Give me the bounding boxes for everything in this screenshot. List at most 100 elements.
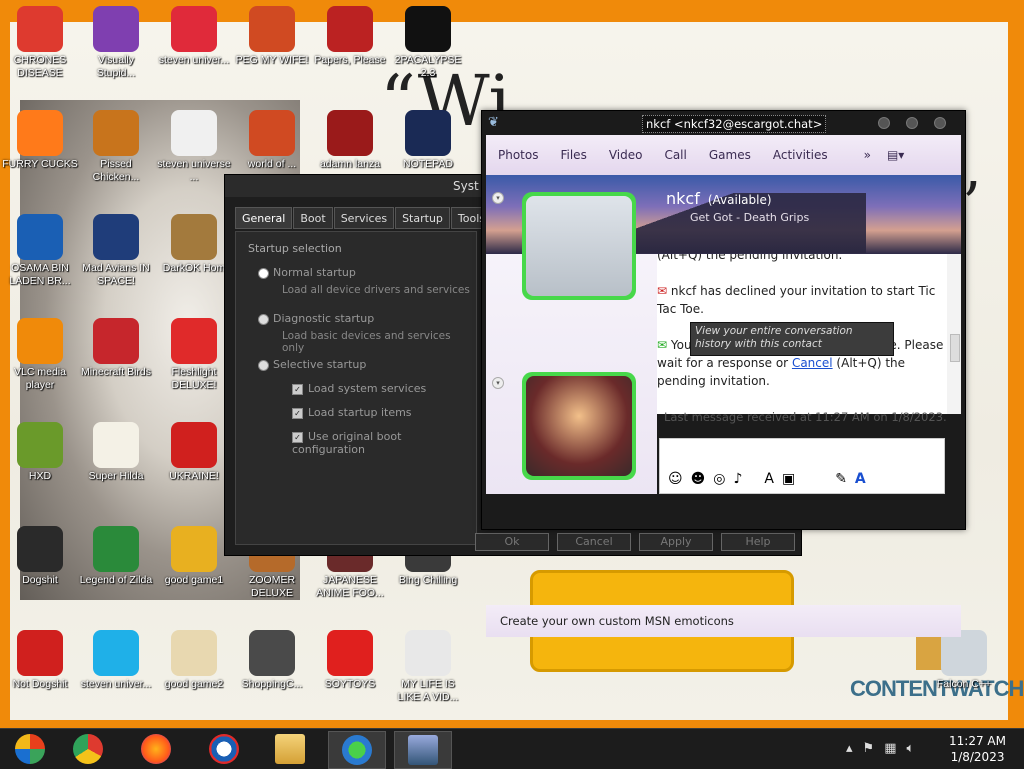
desktop-icon[interactable]: FURRY CUCKS (2, 110, 78, 171)
desktop-icon[interactable]: Fleshlight DELUXE! (156, 318, 232, 392)
desktop-icon[interactable]: Super Hilda (78, 422, 154, 483)
msn-titlebar[interactable]: ❦ nkcf <nkcf32@escargot.chat> (482, 111, 965, 135)
desktop-icon[interactable]: good game2 (156, 630, 232, 691)
taskbar-chrome[interactable] (60, 731, 116, 767)
ok-button[interactable]: Ok (475, 533, 549, 551)
desktop-icon[interactable]: Legend of Zilda (78, 526, 154, 587)
menu-call[interactable]: Call (664, 148, 686, 162)
menu-options-icon[interactable]: ▤▾ (887, 148, 904, 162)
desktop-icon[interactable]: Not Dogshit (2, 630, 78, 691)
action-center-flag-icon[interactable]: ⚑ (863, 741, 875, 756)
minimize-button[interactable] (878, 117, 890, 129)
text-format-icon[interactable]: A (855, 471, 866, 487)
envelope-icon: ✉ (657, 284, 668, 298)
use-original-boot-checkbox[interactable]: ✓ Use original boot configuration (292, 430, 476, 456)
apply-button[interactable]: Apply (639, 533, 713, 551)
help-button[interactable]: Help (721, 533, 795, 551)
desktop-icon[interactable]: SOYTOYS (312, 630, 388, 691)
taskbar-osama[interactable] (196, 731, 252, 767)
mahjong-icon (171, 630, 217, 676)
desktop-icon[interactable]: HXD (2, 422, 78, 483)
my-avatar[interactable] (522, 372, 636, 480)
emoticon-icon[interactable]: ☺ (668, 471, 683, 487)
taskbar-explorer[interactable] (262, 731, 318, 767)
chevron-down-icon[interactable]: ▾ (492, 377, 504, 389)
desktop-icon[interactable]: MY LIFE IS LIKE A VID... (390, 630, 466, 704)
cancel-invitation-link[interactable]: Cancel (792, 356, 833, 370)
desktop-icon[interactable]: steven universe ... (156, 110, 232, 184)
desktop-icon-label: OSAMA BIN LADEN BR... (9, 262, 71, 287)
tab-boot[interactable]: Boot (293, 207, 333, 229)
desktop-icon[interactable]: adamn lanza (312, 110, 388, 171)
volume-icon[interactable]: 🔈︎ (906, 741, 914, 756)
taskbar-sysconfig[interactable] (394, 731, 452, 769)
default-user-icon (526, 196, 632, 296)
desktop-icon[interactable]: DarkOK Hom (156, 214, 232, 275)
wink-icon[interactable]: ☻ (691, 471, 706, 487)
desktop-icon[interactable]: Papers, Please (312, 6, 388, 67)
desktop-icon[interactable]: good game1 (156, 526, 232, 587)
desktop-icon-label: ZOOMER DELUXE (248, 574, 296, 599)
tab-startup[interactable]: Startup (395, 207, 450, 229)
desktop-icon[interactable]: 2PACALYPSE 2.3 (390, 6, 466, 80)
background-icon[interactable]: ▣ (782, 471, 795, 487)
custom-emoticons-link[interactable]: Create your own custom MSN emoticons (500, 614, 734, 628)
desktop-icon[interactable]: steven univer... (78, 630, 154, 691)
load-startup-items-checkbox[interactable]: ✓ Load startup items (292, 406, 412, 419)
desktop-icon[interactable]: Mad Avians IN SPACE! (78, 214, 154, 288)
cancel-button[interactable]: Cancel (557, 533, 631, 551)
start-button[interactable] (2, 731, 58, 767)
desktop-icon[interactable]: VLC media player (2, 318, 78, 392)
desktop-icon-label: Legend of Zilda (79, 574, 153, 586)
desktop-icon[interactable]: world of ... (234, 110, 310, 171)
menu-more-button[interactable]: » (864, 148, 871, 162)
desktop-icon[interactable]: PEG MY WIFE! (234, 6, 310, 67)
tab-services[interactable]: Services (333, 207, 395, 229)
system-config-icon (408, 735, 438, 765)
close-button[interactable] (934, 117, 946, 129)
desktop-icon[interactable]: Pissed Chicken... (78, 110, 154, 184)
voice-clip-icon[interactable]: ♪ (733, 471, 742, 487)
font-icon[interactable]: A (764, 471, 774, 487)
last-message-time: Last message received at 11:27 AM on 1/8… (664, 410, 947, 424)
desktop-icon[interactable]: steven univer... (156, 6, 232, 67)
taskbar-msn[interactable] (328, 731, 386, 769)
normal-startup-label: Normal startup (273, 266, 356, 279)
network-icon[interactable]: ▦ (884, 741, 896, 756)
desktop-icon[interactable]: Visually Stupid... (78, 6, 154, 80)
conversation-scrollbar[interactable] (947, 254, 961, 414)
menu-games[interactable]: Games (709, 148, 751, 162)
menu-activities[interactable]: Activities (773, 148, 828, 162)
desktop-icon[interactable]: CHRONES DISEASE (2, 6, 78, 80)
taskbar-firefox[interactable] (128, 731, 184, 767)
maximize-button[interactable] (906, 117, 918, 129)
desktop-icon[interactable]: UKRAINE! (156, 422, 232, 483)
tab-general[interactable]: General (235, 207, 293, 229)
contact-avatar[interactable] (522, 192, 636, 300)
desktop-icon[interactable]: ShoppingC... (234, 630, 310, 691)
load-system-services-checkbox[interactable]: ✓ Load system services (292, 382, 426, 395)
normal-startup-radio[interactable]: Normal startup (258, 266, 356, 279)
visual-studio-icon (93, 6, 139, 52)
chevron-down-icon[interactable]: ▾ (492, 192, 504, 204)
desktop-icon[interactable]: Falcon C++ (926, 630, 1002, 691)
diagnostic-startup-radio[interactable]: Diagnostic startup (258, 312, 374, 325)
desktop-icon[interactable]: NOTEPAD (390, 110, 466, 171)
menu-photos[interactable]: Photos (498, 148, 538, 162)
desktop-icon-label: good game1 (164, 574, 224, 586)
desktop-icon[interactable]: OSAMA BIN LADEN BR... (2, 214, 78, 288)
nudge-icon[interactable]: ◎ (713, 471, 725, 487)
tray-chevron-icon[interactable]: ▴ (846, 741, 853, 756)
desktop-icon-label: steven univer... (158, 54, 230, 66)
clock[interactable]: 11:27 AM 1/8/2023 (949, 733, 1006, 765)
menu-video[interactable]: Video (609, 148, 643, 162)
desktop-icon-label: PEG MY WIFE! (235, 54, 309, 66)
desktop-icon-label: Visually Stupid... (96, 54, 136, 79)
menu-files[interactable]: Files (560, 148, 586, 162)
handwriting-icon[interactable]: ✎ (835, 471, 847, 487)
selective-startup-radio[interactable]: Selective startup (258, 358, 366, 371)
desktop-icon[interactable]: Minecraft Birds (78, 318, 154, 379)
scrollbar-thumb[interactable] (950, 334, 960, 362)
desktop-icon-label: FURRY CUCKS (2, 158, 78, 170)
desktop-icon[interactable]: Dogshit (2, 526, 78, 587)
